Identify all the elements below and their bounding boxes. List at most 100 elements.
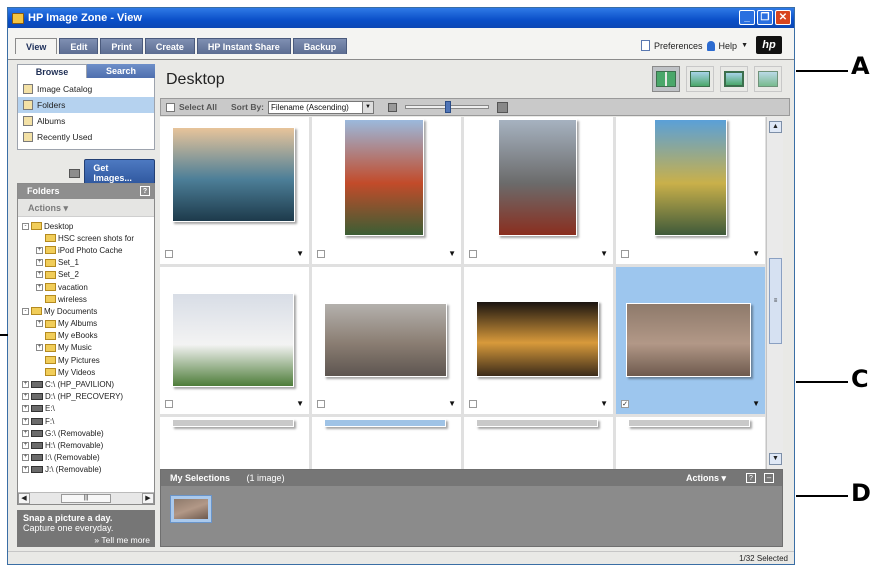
thumbnail-cell[interactable]: ▼ — [464, 267, 613, 414]
photo-cable-car-street[interactable] — [498, 119, 577, 236]
thumbnail-menu-icon[interactable]: ▼ — [752, 249, 760, 258]
scroll-up-icon[interactable]: ▲ — [769, 121, 782, 133]
expand-icon[interactable]: + — [22, 381, 29, 389]
thumbnail-menu-icon[interactable]: ▼ — [600, 399, 608, 408]
tab-print[interactable]: Print — [100, 38, 143, 54]
thumbnail-checkbox[interactable] — [317, 400, 325, 408]
scroll-right-icon[interactable]: ▶ — [142, 493, 154, 504]
select-all-checkbox[interactable] — [166, 102, 175, 112]
thumbnail-cell[interactable] — [160, 417, 309, 469]
tree-node[interactable]: wireless — [18, 293, 154, 305]
photo-temple-statues[interactable] — [654, 119, 727, 236]
expand-icon[interactable]: + — [22, 466, 29, 474]
zoom-in-icon[interactable] — [497, 101, 509, 113]
grid-vertical-scrollbar[interactable]: ▲ ≡ ▼ — [766, 117, 783, 469]
selected-thumbnail[interactable] — [170, 495, 212, 523]
thumbnail-cell[interactable] — [616, 417, 765, 469]
thumbnail-cell[interactable]: ▼ — [312, 117, 461, 264]
tree-node[interactable]: + G:\ (Removable) — [18, 427, 154, 439]
photo-golden-gate-bridge[interactable] — [344, 119, 424, 236]
help-dropdown-icon[interactable]: ▼ — [741, 42, 748, 49]
expand-icon[interactable]: + — [22, 429, 29, 437]
tab-browse[interactable]: Browse — [17, 64, 87, 78]
collapse-icon[interactable]: - — [22, 307, 29, 315]
zoom-out-icon[interactable] — [388, 102, 398, 112]
zoom-slider[interactable] — [405, 101, 490, 113]
thumbnail-cell[interactable]: ▼ — [312, 267, 461, 414]
thumbnail-checkbox[interactable] — [621, 250, 629, 258]
tree-node[interactable]: + J:\ (Removable) — [18, 464, 154, 476]
thumbnail-menu-icon[interactable]: ▼ — [296, 249, 304, 258]
sort-select[interactable]: Filename (Ascending) ▼ — [268, 100, 375, 114]
thumbnail-cell[interactable]: ▼ — [464, 117, 613, 264]
expand-icon[interactable]: + — [36, 344, 43, 352]
thumbnail-cell[interactable]: ✓ ▼ — [616, 267, 765, 414]
thumbnail-cell[interactable] — [312, 417, 461, 469]
photo-canyon[interactable] — [626, 303, 751, 377]
scroll-down-icon[interactable]: ▼ — [769, 453, 782, 465]
thumbnail-checkbox[interactable] — [469, 250, 477, 258]
single-image-view-button[interactable] — [686, 66, 714, 92]
restore-button[interactable]: ❐ — [757, 10, 773, 25]
tree-node[interactable]: My Pictures — [18, 354, 154, 366]
tree-node[interactable]: - My Documents — [18, 305, 154, 317]
photo-partial[interactable] — [628, 419, 750, 427]
tree-node[interactable]: My eBooks — [18, 330, 154, 342]
expand-icon[interactable]: + — [36, 320, 43, 328]
expand-icon[interactable]: + — [36, 259, 43, 267]
tree-node[interactable]: + F:\ — [18, 415, 154, 427]
photo-partial[interactable] — [476, 419, 598, 427]
tree-node[interactable]: - Desktop — [18, 220, 154, 232]
thumbnail-cell[interactable]: ▼ — [160, 117, 309, 264]
tree-node[interactable]: My Videos — [18, 366, 154, 378]
tree-node[interactable]: + My Music — [18, 342, 154, 354]
thumbnail-menu-icon[interactable]: ▼ — [296, 399, 304, 408]
minimize-tray-icon[interactable]: – — [764, 473, 774, 483]
tree-node[interactable]: + Set_1 — [18, 257, 154, 269]
expand-icon[interactable]: + — [36, 246, 43, 254]
thumbnail-checkbox[interactable] — [165, 400, 173, 408]
tree-node[interactable]: + I:\ (Removable) — [18, 452, 154, 464]
zoom-slider-handle[interactable] — [445, 101, 452, 113]
tree-horizontal-scrollbar[interactable]: ◀ ||| ▶ — [18, 492, 154, 504]
expand-icon[interactable]: + — [22, 454, 29, 462]
photo-colosseum[interactable] — [324, 303, 447, 377]
photo-taj-mahal[interactable] — [172, 293, 294, 387]
thumbnail-checkbox[interactable]: ✓ — [621, 400, 629, 408]
expand-icon[interactable]: + — [22, 405, 29, 413]
fullscreen-view-button[interactable] — [754, 66, 782, 92]
tree-node[interactable]: + H:\ (Removable) — [18, 439, 154, 451]
nav-image-catalog[interactable]: Image Catalog — [18, 81, 154, 97]
expand-icon[interactable]: + — [22, 417, 29, 425]
folders-help-icon[interactable]: ? — [140, 186, 150, 196]
collapse-icon[interactable]: - — [22, 222, 29, 230]
thumbnail-checkbox[interactable] — [469, 400, 477, 408]
tree-node[interactable]: + My Albums — [18, 318, 154, 330]
thumbnail-checkbox[interactable] — [165, 250, 173, 258]
scroll-thumb[interactable]: ≡ — [769, 258, 782, 344]
tab-edit[interactable]: Edit — [59, 38, 99, 54]
minimize-button[interactable]: _ — [739, 10, 755, 25]
photo-eiffel-fountain-night[interactable] — [476, 301, 599, 377]
folders-actions-menu[interactable]: Actions ▾ — [18, 199, 154, 217]
photo-coast-sunset[interactable] — [172, 127, 295, 222]
thumbnail-menu-icon[interactable]: ▼ — [752, 399, 760, 408]
photo-partial[interactable] — [172, 419, 294, 427]
nav-recently-used[interactable]: Recently Used — [18, 129, 154, 145]
expand-icon[interactable]: + — [22, 393, 29, 401]
tell-me-more-link[interactable]: » Tell me more — [94, 535, 150, 545]
thumbnail-menu-icon[interactable]: ▼ — [448, 399, 456, 408]
scroll-left-icon[interactable]: ◀ — [18, 493, 30, 504]
selections-actions-menu[interactable]: Actions ▾ — [686, 470, 726, 486]
scroll-thumb[interactable]: ||| — [61, 494, 111, 503]
tab-view[interactable]: View — [15, 38, 58, 54]
tree-node[interactable]: + D:\ (HP_RECOVERY) — [18, 391, 154, 403]
tab-create[interactable]: Create — [144, 38, 195, 54]
thumbnail-cell[interactable]: ▼ — [160, 267, 309, 414]
expand-icon[interactable]: + — [36, 271, 43, 279]
tab-search[interactable]: Search — [87, 64, 155, 78]
tab-backup[interactable]: Backup — [292, 38, 348, 54]
select-all-label[interactable]: Select All — [179, 102, 217, 112]
tree-node[interactable]: + vacation — [18, 281, 154, 293]
thumbnail-menu-icon[interactable]: ▼ — [600, 249, 608, 258]
